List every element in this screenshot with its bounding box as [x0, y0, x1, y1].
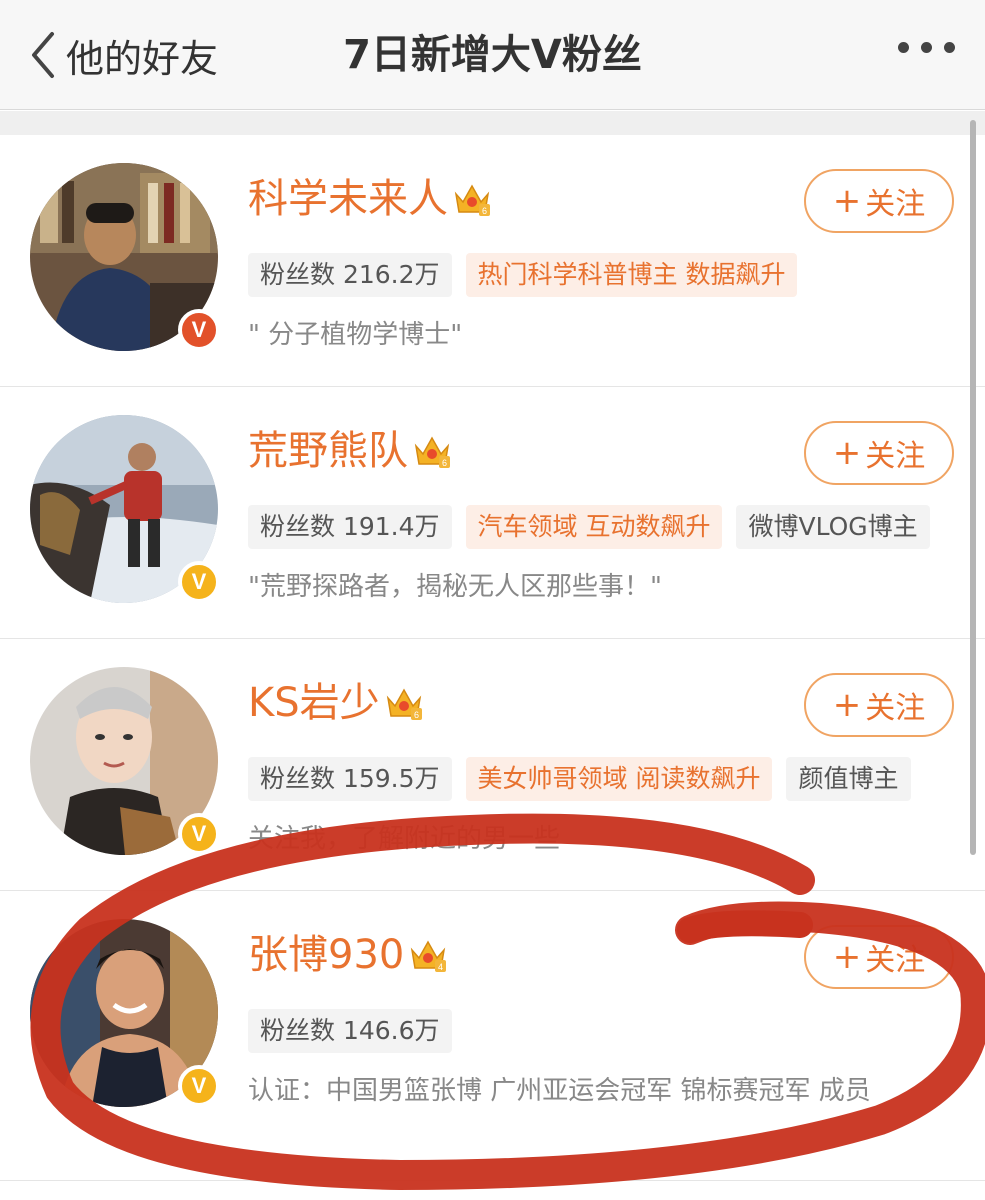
tag-list: 粉丝数 191.4万 汽车领域 互动数飙升 微博VLOG博主	[248, 505, 930, 549]
plus-icon: +	[832, 433, 862, 473]
svg-text:4: 4	[438, 962, 443, 972]
plus-icon: +	[832, 685, 862, 725]
fans-count-tag: 粉丝数 216.2万	[248, 253, 452, 297]
category-tag: 微博VLOG博主	[736, 505, 930, 549]
fans-count-tag: 粉丝数 146.6万	[248, 1009, 452, 1053]
plus-icon: +	[832, 937, 862, 977]
more-icon[interactable]	[898, 42, 955, 53]
verified-badge-icon: V	[178, 1065, 220, 1107]
user-description: " 分子植物学博士"	[248, 320, 463, 350]
crown-level-icon: 4	[411, 940, 447, 972]
tag-list: 粉丝数 216.2万 热门科学科普博主 数据飙升	[248, 253, 798, 297]
tag-list: 粉丝数 146.6万	[248, 1009, 452, 1053]
verified-badge-icon: V	[178, 561, 220, 603]
user-description: 认证：中国男篮张博 广州亚运会冠军 锦标赛冠军 成员	[248, 1076, 871, 1106]
trend-tag: 美女帅哥领域 阅读数飙升	[465, 757, 773, 801]
tag-list: 粉丝数 159.5万 美女帅哥领域 阅读数飙升 颜值博主	[248, 757, 911, 801]
user-name[interactable]: 荒野熊队	[248, 423, 408, 479]
plus-icon: +	[832, 181, 862, 221]
verified-badge-icon: V	[178, 813, 220, 855]
fans-count-tag: 粉丝数 159.5万	[248, 757, 452, 801]
fans-count-tag: 粉丝数 191.4万	[248, 505, 452, 549]
page-title: 7日新增大V粉丝	[343, 32, 642, 78]
crown-level-icon: 6	[454, 184, 490, 216]
nav-bar: 他的好友 7日新增大V粉丝	[0, 0, 985, 110]
trend-tag: 汽车领域 互动数飙升	[465, 505, 723, 549]
svg-text:6: 6	[482, 206, 487, 216]
svg-text:6: 6	[442, 458, 447, 468]
category-tag: 颜值博主	[786, 757, 911, 801]
svg-text:6: 6	[414, 710, 419, 720]
user-description: "荒野探路者，揭秘无人区那些事！"	[248, 572, 662, 602]
list-item[interactable]: V 荒野熊队 6 + 关注 粉丝数 191.4万 汽车领域 互动数飙升 微博VL…	[0, 387, 985, 639]
list-item[interactable]: V 张博930 4 + 关注 粉丝数 146.6万 认证：中国男篮张博 广州亚运…	[0, 891, 985, 1181]
crown-level-icon: 6	[414, 436, 450, 468]
list-item[interactable]: V KS岩少 6 + 关注 粉丝数 159.5万 美女帅哥领域 阅读数飙升 颜值…	[0, 639, 985, 891]
follow-button[interactable]: + 关注	[804, 673, 954, 737]
user-name[interactable]: 张博930	[248, 927, 404, 983]
user-description: 关注我，了解附近的男一些	[248, 824, 561, 854]
user-name[interactable]: 科学未来人	[248, 171, 448, 227]
section-gap	[0, 111, 985, 135]
user-list: V 科学未来人 6 + 关注 粉丝数 216.2万 热门科学科普博主 数据飙升 …	[0, 135, 985, 1181]
crown-level-icon: 6	[386, 688, 422, 720]
user-name[interactable]: KS岩少	[248, 675, 380, 731]
follow-button[interactable]: + 关注	[804, 421, 954, 485]
verified-badge-icon: V	[178, 309, 220, 351]
follow-button[interactable]: + 关注	[804, 925, 954, 989]
follow-button[interactable]: + 关注	[804, 169, 954, 233]
trend-tag: 热门科学科普博主 数据飙升	[465, 253, 798, 297]
scrollbar[interactable]	[970, 120, 976, 855]
list-item[interactable]: V 科学未来人 6 + 关注 粉丝数 216.2万 热门科学科普博主 数据飙升 …	[0, 135, 985, 387]
